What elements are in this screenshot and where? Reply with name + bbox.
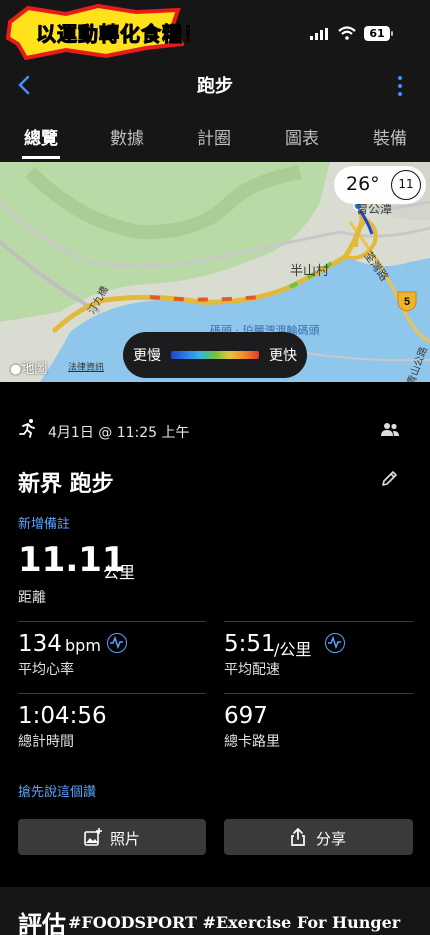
running-icon bbox=[19, 419, 35, 438]
apple-logo-icon: ● bbox=[10, 362, 22, 377]
route-number-shield-icon: 5 bbox=[397, 291, 417, 312]
assessment-title: 評估 bbox=[18, 911, 66, 935]
photos-button[interactable]: 照片 bbox=[18, 819, 206, 855]
tab-bar: 總覽 數據 計圈 圖表 裝備 bbox=[0, 108, 430, 162]
share-icon bbox=[291, 828, 305, 846]
tab-gear[interactable]: 裝備 bbox=[355, 124, 425, 149]
hashtag-watermark: #FOODSPORT #Exercise For Hunger bbox=[68, 913, 401, 932]
calories-label: 總卡路里 bbox=[224, 734, 280, 750]
chevron-left-icon bbox=[18, 75, 30, 95]
divider bbox=[18, 693, 206, 694]
divider bbox=[224, 693, 413, 694]
activity-name: 新界 跑步 bbox=[18, 472, 114, 497]
avg-pace-unit: /公里 bbox=[274, 640, 312, 659]
route-shield-number: 5 bbox=[404, 296, 410, 308]
more-vertical-icon bbox=[386, 76, 414, 96]
share-button-label: 分享 bbox=[316, 830, 347, 848]
status-bar: 以運動轉化食糧！ 61 bbox=[0, 0, 430, 64]
avg-pace-value: 5:51 bbox=[224, 631, 276, 657]
wifi-icon bbox=[338, 26, 356, 40]
distance-unit: 公里 bbox=[103, 563, 136, 582]
active-tab-indicator bbox=[22, 156, 60, 159]
back-button[interactable] bbox=[10, 70, 40, 100]
calories-value: 697 bbox=[224, 703, 268, 729]
divider bbox=[18, 621, 206, 622]
sticker-text: 以運動轉化食糧！ bbox=[36, 22, 204, 47]
tab-laps[interactable]: 計圈 bbox=[179, 124, 249, 149]
battery-indicator: 61 bbox=[364, 26, 393, 41]
apple-maps-logo: ●地圖 bbox=[10, 358, 47, 377]
activity-details: 4月1日 @ 11:25 上午 新界 跑步 新增備註 11.11 公里 距離 1… bbox=[0, 382, 430, 887]
map-label-village: 半山村 bbox=[290, 264, 330, 279]
maps-logo-text: 地圖 bbox=[21, 362, 48, 377]
more-options-button[interactable] bbox=[386, 72, 414, 100]
tab-overview[interactable]: 總覽 bbox=[6, 124, 76, 149]
share-button[interactable]: 分享 bbox=[224, 819, 413, 855]
first-like-link[interactable]: 搶先說這個讚 bbox=[18, 781, 96, 800]
assessment-section: 評估 #FOODSPORT #Exercise For Hunger bbox=[0, 887, 430, 935]
pace-info-icon[interactable] bbox=[325, 633, 345, 653]
legend-fast-label: 更快 bbox=[269, 348, 297, 364]
navigation-bar: 跑步 bbox=[0, 64, 430, 108]
avg-heart-rate-value: 134 bbox=[18, 631, 62, 657]
tab-charts[interactable]: 圖表 bbox=[267, 124, 337, 149]
pace-gradient-bar bbox=[171, 351, 259, 359]
weather-temperature: 26° bbox=[346, 173, 380, 195]
photos-button-label: 照片 bbox=[110, 830, 141, 848]
distance-label: 距離 bbox=[18, 590, 46, 606]
legal-link[interactable]: 法律資訊 bbox=[68, 360, 104, 373]
edit-pencil-icon bbox=[382, 471, 397, 486]
avg-heart-rate-label: 平均心率 bbox=[18, 662, 74, 678]
total-time-label: 總計時間 bbox=[18, 734, 74, 750]
avg-heart-rate-unit: bpm bbox=[65, 636, 101, 655]
weather-badge: 26° 11 bbox=[334, 166, 426, 204]
pace-legend: 更慢 更快 bbox=[123, 332, 307, 378]
avg-pace-label: 平均配速 bbox=[224, 662, 280, 678]
add-photo-icon bbox=[84, 828, 102, 846]
sticker-banner: 以運動轉化食糧！ bbox=[6, 4, 204, 60]
page-title: 跑步 bbox=[197, 76, 233, 97]
divider bbox=[224, 621, 413, 622]
wind-direction-icon: 11 bbox=[391, 170, 421, 200]
tab-stats[interactable]: 數據 bbox=[92, 124, 162, 149]
total-time-value: 1:04:56 bbox=[18, 703, 107, 729]
heart-rate-info-icon[interactable] bbox=[107, 633, 127, 653]
activity-date: 4月1日 @ 11:25 上午 bbox=[48, 425, 190, 441]
people-icon bbox=[381, 423, 399, 436]
legend-slow-label: 更慢 bbox=[133, 348, 161, 364]
add-note-link[interactable]: 新增備註 bbox=[18, 513, 70, 532]
cellular-signal-icon bbox=[310, 28, 328, 40]
